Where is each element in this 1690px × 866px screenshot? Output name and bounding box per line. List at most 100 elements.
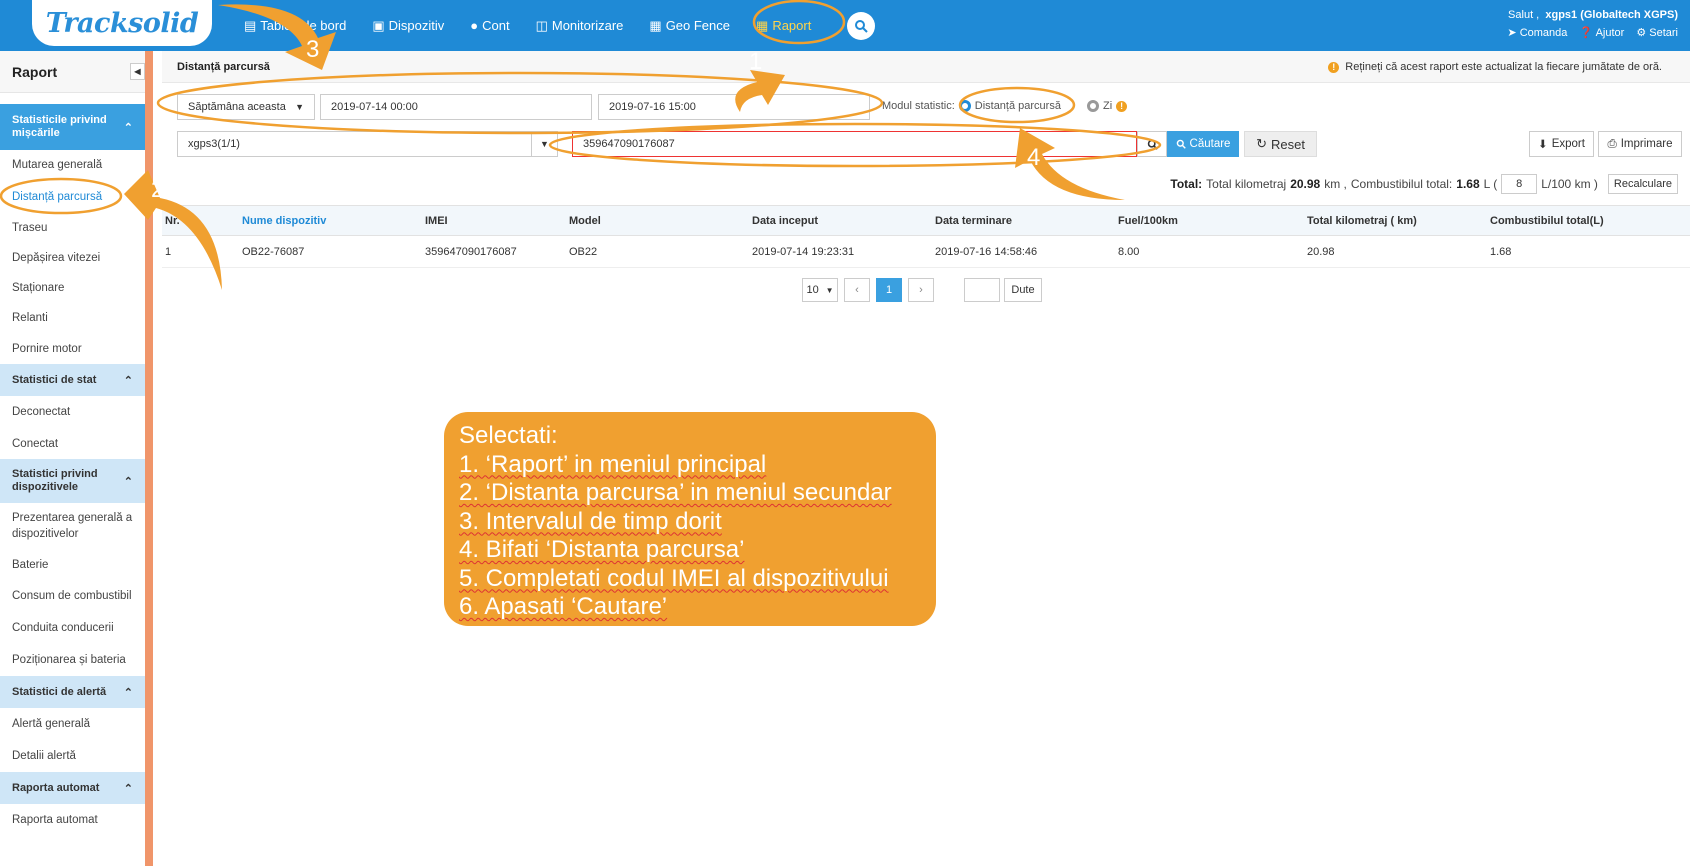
sidebar-item-general-alert[interactable]: Alertă generală (0, 708, 145, 740)
cell-imei: 359647090176087 (425, 235, 569, 268)
fuel-rate-input[interactable]: 8 (1501, 174, 1538, 194)
end-date-input[interactable]: 2019-07-16 15:00 (598, 94, 870, 120)
next-page-button[interactable]: › (908, 278, 934, 302)
search-icon (1147, 139, 1158, 150)
nav-report[interactable]: ▦ Raport (756, 18, 811, 34)
sidebar-item-parking[interactable]: Staționare (0, 273, 145, 303)
settings-link[interactable]: ⚙ Setari (1636, 24, 1678, 42)
nav-account[interactable]: ● Cont (470, 18, 509, 33)
sidebar-group-state[interactable]: Statistici de stat ⌃ (0, 364, 145, 396)
col-end[interactable]: Data terminare (935, 205, 1118, 236)
col-model[interactable]: Model (569, 205, 752, 236)
print-button[interactable]: ⎙ Imprimare (1598, 131, 1682, 157)
sidebar-item-fuel[interactable]: Consum de combustibil (0, 580, 145, 612)
pagination: 10 ▼ ‹ 1 › Dute (802, 278, 1042, 302)
user-name[interactable]: xgps1 (Globaltech XGPS) (1545, 9, 1678, 21)
nav-device[interactable]: ▣ Dispozitiv (372, 18, 444, 34)
search-button[interactable]: Căutare (1167, 131, 1239, 157)
account-select[interactable]: xgps3(1/1) ▼ (177, 131, 558, 157)
sidebar-group-auto-report[interactable]: Raporta automat ⌃ (0, 772, 145, 804)
page-title: Distanță parcursă (177, 61, 270, 73)
sidebar-item-driving-behavior[interactable]: Conduita conducerii (0, 612, 145, 643)
search-icon (1176, 139, 1186, 149)
totals-bar: Total: Total kilometraj 20.98 km , Combu… (1170, 174, 1678, 194)
help-icon: ❓ (1579, 27, 1594, 39)
collapse-sidebar-button[interactable]: ◀ (130, 63, 145, 80)
col-start[interactable]: Data inceput (752, 205, 935, 236)
nav-monitoring[interactable]: ◫ Monitorizare (536, 18, 624, 34)
sidebar-item-battery[interactable]: Baterie (0, 549, 145, 580)
sidebar-group-alerts[interactable]: Statistici de alertă ⌃ (0, 676, 145, 708)
sidebar-item-idling[interactable]: Relanti (0, 303, 145, 333)
chevron-up-icon: ⌃ (123, 121, 133, 134)
nav-geofence[interactable]: ▦ Geo Fence (649, 18, 730, 34)
stat-mode-group: Modul statistic: Distanță parcursă Zi ! (882, 100, 1128, 112)
sidebar-group-devices[interactable]: Statistici privind dispozitivele ⌃ (0, 459, 145, 503)
instruction-line: 5. Completati codul IMEI al dispozitivul… (459, 564, 889, 592)
help-link[interactable]: ❓ Ajutor (1579, 24, 1624, 42)
table-icon: ▦ (756, 17, 769, 33)
sidebar-item-route[interactable]: Traseu (0, 213, 145, 243)
sidebar-item-distance[interactable]: Distanță parcursă (0, 180, 145, 213)
command-link[interactable]: ➤ Comanda (1507, 24, 1567, 42)
step-3-number: 3 (306, 36, 320, 63)
main-nav: ▤ Tablou de bord ▣ Dispozitiv ● Cont ◫ M… (244, 0, 876, 51)
breadcrumb: Distanță parcursă ! Rețineți că acest ra… (162, 51, 1690, 83)
reset-button[interactable]: ↻ Reset (1244, 131, 1317, 157)
table-row[interactable]: 1 OB22-76087 359647090176087 OB22 2019-0… (162, 235, 1690, 268)
chevron-up-icon: ⌃ (123, 782, 133, 795)
sidebar-item-auto-report[interactable]: Raporta automat (0, 804, 145, 836)
caret-down-icon: ▼ (825, 285, 834, 295)
total-fuel: 1.68 (1456, 177, 1480, 191)
radio-day[interactable] (1086, 100, 1099, 112)
info-icon: ! (1328, 61, 1340, 73)
col-fuel-rate[interactable]: Fuel/100km (1118, 205, 1307, 236)
period-select[interactable]: Săptămâna aceasta ▼ (177, 94, 315, 120)
sidebar-item-position-battery[interactable]: Poziționarea și bateria (0, 643, 145, 676)
sidebar-item-engine-on[interactable]: Pornire motor (0, 333, 145, 364)
step-2-number: 2 (151, 176, 165, 203)
imei-search-button[interactable] (1137, 131, 1167, 157)
cell-start: 2019-07-14 19:23:31 (752, 235, 935, 268)
sidebar-scrollbar[interactable] (145, 51, 153, 866)
sidebar-title: Raport (12, 63, 58, 80)
sidebar-item-online[interactable]: Conectat (0, 428, 145, 459)
sidebar-item-overspeed[interactable]: Depășirea vitezei (0, 243, 145, 273)
instruction-line: 4. Bifati ‘Distanta parcursa’ (459, 536, 745, 563)
cell-model: OB22 (569, 235, 752, 268)
dashboard-icon: ▤ (244, 17, 257, 33)
sidebar-item-offline[interactable]: Deconectat (0, 396, 145, 428)
radio-distance[interactable] (958, 100, 971, 112)
sidebar-item-alert-details[interactable]: Detalii alertă (0, 740, 145, 772)
sidebar-item-general-movement[interactable]: Mutarea generală (0, 150, 145, 180)
page-size-select[interactable]: 10 ▼ (802, 278, 838, 302)
nav-search-button[interactable] (847, 11, 876, 40)
page-1-button[interactable]: 1 (876, 278, 902, 302)
sidebar-item-device-overview[interactable]: Prezentarea generală a dispozitivelor (0, 503, 145, 549)
instruction-line: 2. ‘Distanta parcursa’ in meniul secunda… (459, 479, 892, 506)
users-icon: ● (470, 18, 479, 33)
prev-page-button[interactable]: ‹ (844, 278, 870, 302)
chevron-up-icon: ⌃ (123, 475, 133, 488)
col-imei[interactable]: IMEI (425, 205, 569, 236)
col-total-km[interactable]: Total kilometraj ( km) (1307, 205, 1490, 236)
info-icon: ! (1116, 100, 1128, 112)
sidebar-group-motion[interactable]: Statisticile privind mișcările ⌃ (0, 104, 145, 150)
logo[interactable]: Tracksolid (32, 0, 212, 46)
goto-page-button[interactable]: Dute (1004, 278, 1042, 302)
logo-text: Tracksolid (45, 7, 199, 39)
cell-end: 2019-07-16 14:58:46 (935, 235, 1118, 268)
user-area: Salut , xgps1 (Globaltech XGPS) ➤ Comand… (1507, 6, 1678, 42)
device-icon: ▣ (372, 17, 385, 33)
col-nr[interactable]: Nr. (162, 205, 242, 236)
nav-dashboard[interactable]: ▤ Tablou de bord (244, 18, 346, 34)
instructions-callout: Selectati: 1. ‘Raport’ in meniul princip… (444, 412, 936, 626)
update-notice: ! Rețineți că acest raport este actualiz… (1328, 61, 1662, 73)
col-device-name[interactable]: Nume dispozitiv (242, 205, 425, 236)
recalculate-button[interactable]: Recalculare (1607, 174, 1678, 194)
start-date-input[interactable]: 2019-07-14 00:00 (320, 94, 592, 120)
export-button[interactable]: ⬇ Export (1529, 131, 1594, 157)
col-total-fuel[interactable]: Combustibilul total(L) (1490, 205, 1690, 236)
imei-input[interactable]: 359647090176087 (572, 131, 1137, 157)
goto-page-input[interactable] (964, 278, 1000, 302)
